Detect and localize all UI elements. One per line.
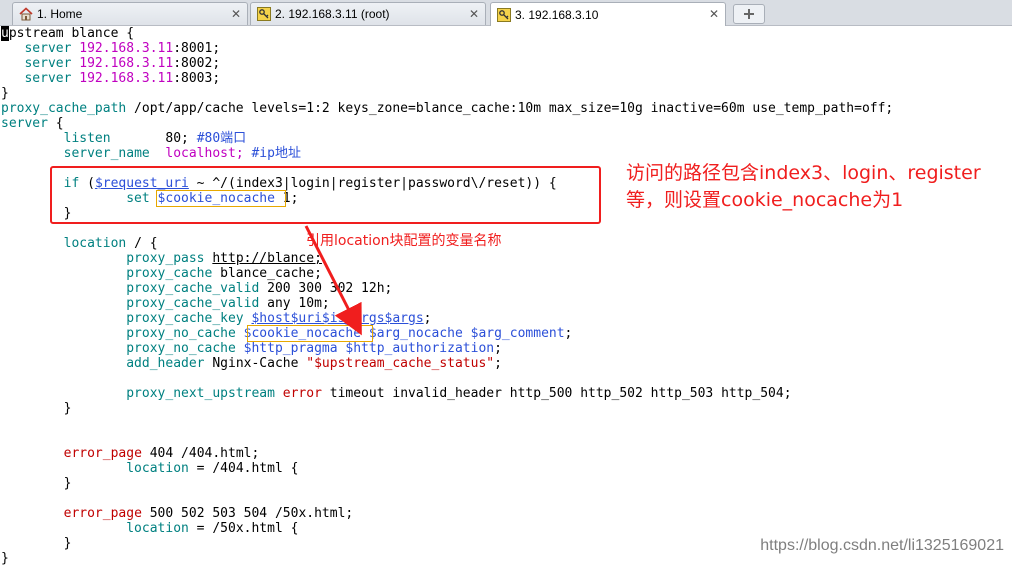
watermark: https://blog.csdn.net/li1325169021: [760, 537, 1004, 554]
annotation-explain: 访问的路径包含index3、login、register等，则设置cookie_…: [626, 162, 981, 211]
annotation-reference: 引用location块配置的变量名称: [306, 233, 502, 249]
reference-arrow: [304, 225, 362, 336]
